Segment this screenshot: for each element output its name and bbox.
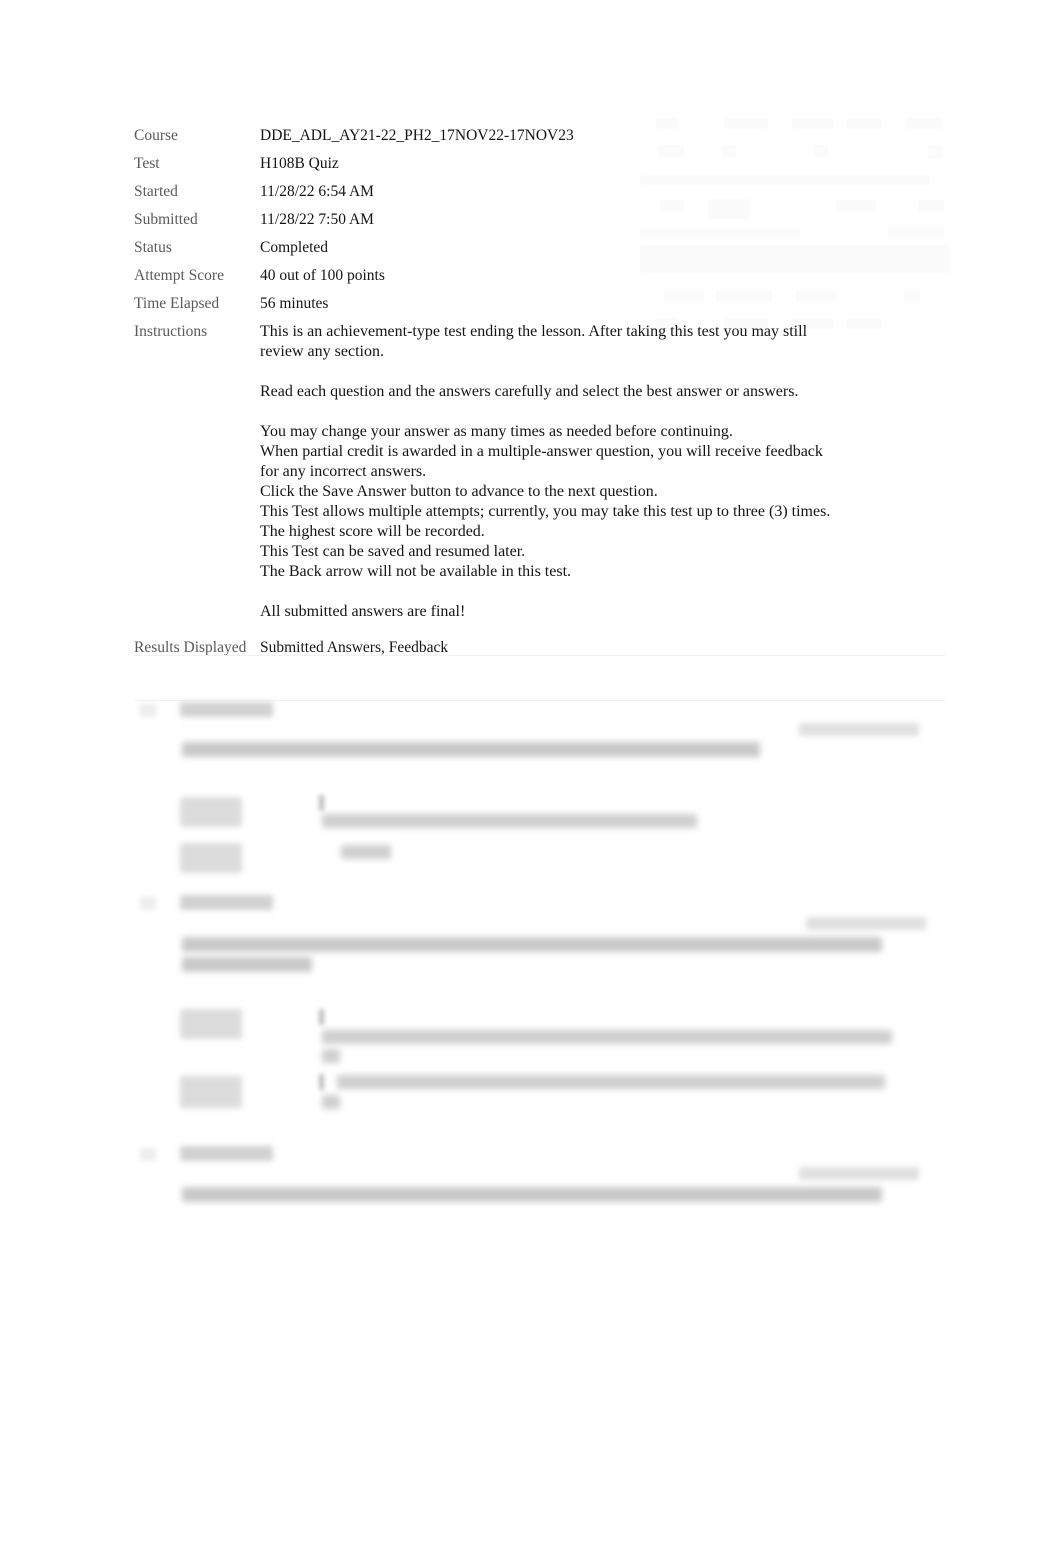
answer-label — [180, 843, 242, 873]
instructions-line: Click the Save Answer button to advance … — [260, 483, 658, 500]
answer-bullet-icon — [319, 795, 324, 811]
instructions-line: Read each question and the answers caref… — [260, 383, 799, 400]
table-row: Instructions This is an achievement-type… — [134, 322, 949, 638]
instructions-paragraph: Read each question and the answers caref… — [260, 382, 949, 402]
question-text — [182, 742, 760, 757]
table-row: Time Elapsed 56 minutes — [134, 294, 949, 322]
test-summary: Course DDE_ADL_AY21-22_PH2_17NOV22-17NOV… — [134, 126, 949, 657]
summary-value-started: 11/28/22 6:54 AM — [260, 183, 374, 200]
question-block-2 — [134, 889, 949, 1129]
answer-label — [180, 797, 242, 827]
summary-label-started: Started — [134, 183, 178, 200]
summary-value-course: DDE_ADL_AY21-22_PH2_17NOV22-17NOV23 — [260, 127, 574, 144]
question-block-1 — [134, 697, 949, 887]
question-heading — [180, 895, 273, 910]
instructions-line: When partial credit is awarded in a mult… — [260, 443, 823, 460]
section-divider — [134, 655, 946, 656]
instructions-body: This is an achievement-type test ending … — [260, 322, 949, 638]
instructions-paragraph: You may change your answer as many times… — [260, 422, 949, 582]
summary-value-test: H108B Quiz — [260, 155, 339, 172]
answer-text — [322, 1049, 340, 1063]
summary-label-submitted: Submitted — [134, 211, 198, 228]
instructions-label: Instructions — [134, 323, 208, 340]
table-row: Status Completed — [134, 238, 949, 266]
question-marker-icon — [140, 1148, 156, 1161]
instructions-line: for any incorrect answers. — [260, 463, 427, 480]
instructions-line: This Test can be saved and resumed later… — [260, 543, 526, 560]
instructions-line: This Test allows multiple attempts; curr… — [260, 503, 831, 520]
instructions-line: The Back arrow will not be available in … — [260, 563, 572, 580]
summary-table: Course DDE_ADL_AY21-22_PH2_17NOV22-17NOV… — [134, 126, 949, 657]
instructions-line: review any section. — [260, 343, 384, 360]
answer-text — [341, 845, 391, 859]
summary-label-course: Course — [134, 127, 178, 144]
status-badge: Completed — [260, 239, 329, 256]
instructions-line: This is an achievement-type test ending … — [260, 323, 808, 340]
instructions-paragraph: This is an achievement-type test ending … — [260, 322, 949, 362]
answer-text — [322, 1095, 340, 1109]
summary-value-submitted: 11/28/22 7:50 AM — [260, 211, 374, 228]
question-points-badge — [799, 723, 919, 736]
summary-value-time-elapsed: 56 minutes — [260, 295, 329, 312]
table-row: Started 11/28/22 6:54 AM — [134, 182, 949, 210]
answer-bullet-icon — [319, 1009, 324, 1025]
question-text — [182, 937, 882, 952]
question-heading — [180, 1146, 273, 1161]
summary-label-status: Status — [134, 239, 172, 256]
answer-label — [180, 1076, 242, 1108]
test-review-page: Course DDE_ADL_AY21-22_PH2_17NOV22-17NOV… — [0, 0, 1062, 1561]
question-heading — [180, 702, 273, 717]
summary-label-attempt-score: Attempt Score — [134, 267, 224, 284]
instructions-line: The highest score will be recorded. — [260, 523, 485, 540]
table-row: Test H108B Quiz — [134, 154, 949, 182]
summary-label-test: Test — [134, 155, 160, 172]
instructions-paragraph: All submitted answers are final! — [260, 602, 949, 622]
table-row: Attempt Score 40 out of 100 points — [134, 266, 949, 294]
answer-bullet-icon — [319, 1074, 324, 1090]
summary-value-attempt-score: 40 out of 100 points — [260, 267, 385, 284]
question-points-badge — [806, 917, 926, 930]
answer-text — [337, 1075, 885, 1089]
question-points-badge — [799, 1167, 919, 1180]
instructions-line: All submitted answers are final! — [260, 603, 466, 620]
answer-text — [322, 814, 697, 828]
table-row: Course DDE_ADL_AY21-22_PH2_17NOV22-17NOV… — [134, 126, 949, 154]
question-marker-icon — [140, 704, 156, 717]
answer-text — [322, 1030, 892, 1044]
summary-label-time-elapsed: Time Elapsed — [134, 295, 220, 312]
question-text — [182, 957, 312, 972]
answer-label — [180, 1009, 242, 1039]
table-row: Submitted 11/28/22 7:50 AM — [134, 210, 949, 238]
instructions-line: You may change your answer as many times… — [260, 423, 733, 440]
question-block-3 — [134, 1139, 949, 1229]
question-marker-icon — [140, 897, 156, 910]
question-text — [182, 1187, 882, 1202]
